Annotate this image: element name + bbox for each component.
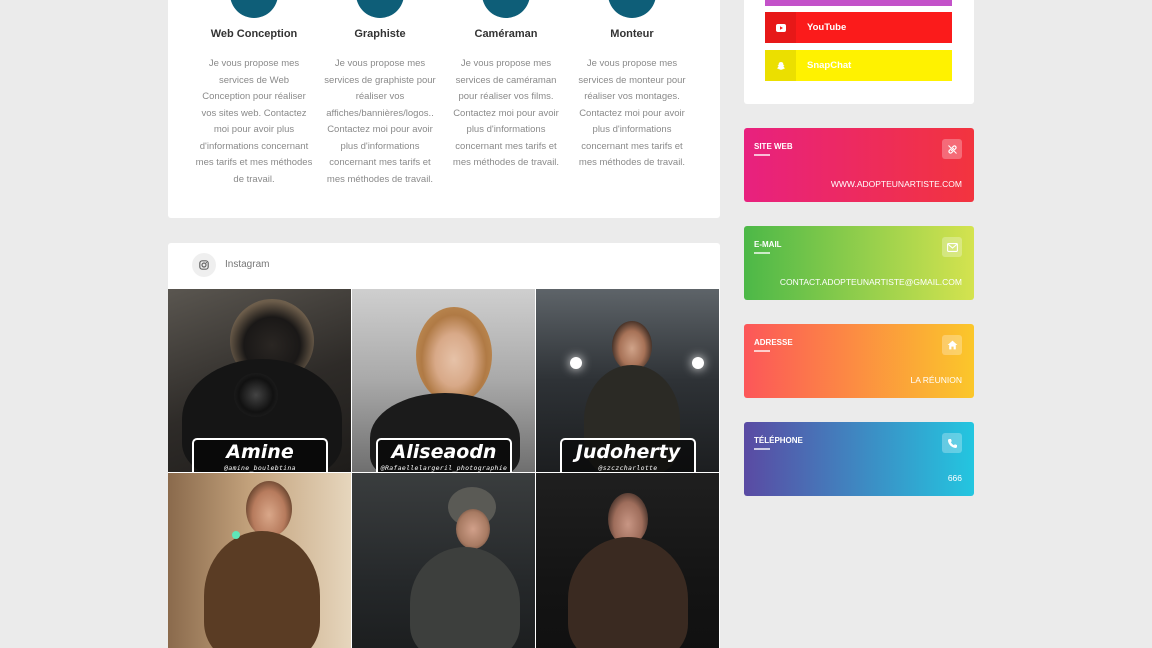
info-card-website: SITE WEB WWW.ADOPTEUNARTISTE.COM [744, 128, 974, 202]
link-icon [942, 139, 962, 159]
post-photo-body [568, 537, 688, 648]
post-caption-plate: Amine @amine_boulebtina [192, 438, 328, 472]
instagram-post[interactable]: Aliseaodn @Rafaellelargeril_photographie [352, 289, 535, 472]
info-value[interactable]: 666 [948, 473, 962, 483]
post-author-handle: @szczcharlotte [598, 464, 658, 472]
instagram-post[interactable] [168, 473, 351, 648]
service-description: Je vous propose mes services de camérama… [452, 58, 560, 168]
service-title: Graphiste [354, 28, 406, 40]
instagram-title: Instagram [225, 259, 270, 270]
info-value[interactable]: WWW.ADOPTEUNARTISTE.COM [831, 179, 962, 189]
service-description: Je vous propose mes services de monteur … [578, 58, 686, 168]
youtube-label: YouTube [807, 22, 847, 33]
info-label: ADRESSE [754, 338, 793, 347]
instagram-post[interactable]: Judoherty @szczcharlotte [536, 289, 719, 472]
info-label: E-MAIL [754, 240, 782, 249]
info-divider [754, 448, 770, 450]
info-card-phone: TÉLÉPHONE 666 [744, 422, 974, 496]
info-divider [754, 154, 770, 156]
light-bulb [570, 357, 582, 369]
phone-icon [942, 433, 962, 453]
snapchat-label: SnapChat [807, 60, 852, 71]
post-photo [416, 307, 492, 403]
light-dot [232, 531, 240, 539]
info-label: SITE WEB [754, 142, 793, 151]
instagram-post[interactable]: Amine @amine_boulebtina [168, 289, 351, 472]
info-value[interactable]: CONTACT.ADOPTEUNARTISTE@GMAIL.COM [780, 277, 962, 287]
info-divider [754, 350, 770, 352]
envelope-icon [942, 237, 962, 257]
post-author-handle: @amine_boulebtina [224, 464, 296, 472]
service-title: Web Conception [210, 28, 298, 40]
instagram-card: Instagram Amine @amine_boulebtina Alisea… [168, 243, 720, 648]
youtube-icon [765, 12, 796, 43]
post-author-name: Amine [226, 441, 294, 463]
instagram-purple-strip [765, 0, 952, 6]
post-caption-plate: Aliseaodn @Rafaellelargeril_photographie [376, 438, 512, 472]
info-divider [754, 252, 770, 254]
post-photo [612, 321, 652, 371]
info-label: TÉLÉPHONE [754, 436, 803, 445]
service-title: Monteur [610, 28, 654, 40]
home-icon [942, 335, 962, 355]
post-photo-body [204, 531, 320, 648]
post-photo-face [456, 509, 490, 549]
camera-shape [234, 373, 278, 417]
snapchat-button[interactable]: SnapChat [765, 50, 952, 81]
social-card: YouTube SnapChat [744, 0, 974, 104]
instagram-post[interactable] [536, 473, 719, 648]
service-description: Je vous propose mes services de graphist… [324, 58, 436, 185]
post-photo-body [410, 547, 520, 648]
snapchat-icon [765, 50, 796, 81]
instagram-icon[interactable] [192, 253, 216, 277]
post-author-handle: @Rafaellelargeril_photographie [380, 464, 508, 472]
info-card-email: E-MAIL CONTACT.ADOPTEUNARTISTE@GMAIL.COM [744, 226, 974, 300]
info-card-address: ADRESSE LA RÉUNION [744, 324, 974, 398]
youtube-button[interactable]: YouTube [765, 12, 952, 43]
instagram-post[interactable] [352, 473, 535, 648]
post-author-name: Aliseaodn [391, 441, 497, 463]
post-photo [246, 481, 292, 537]
service-description: Je vous propose mes services de Web Conc… [195, 58, 313, 185]
post-author-name: Judoherty [575, 441, 681, 463]
service-title: Caméraman [474, 28, 538, 40]
info-value: LA RÉUNION [910, 375, 963, 385]
light-bulb [692, 357, 704, 369]
post-caption-plate: Judoherty @szczcharlotte [560, 438, 696, 472]
instagram-header: Instagram [168, 243, 720, 289]
